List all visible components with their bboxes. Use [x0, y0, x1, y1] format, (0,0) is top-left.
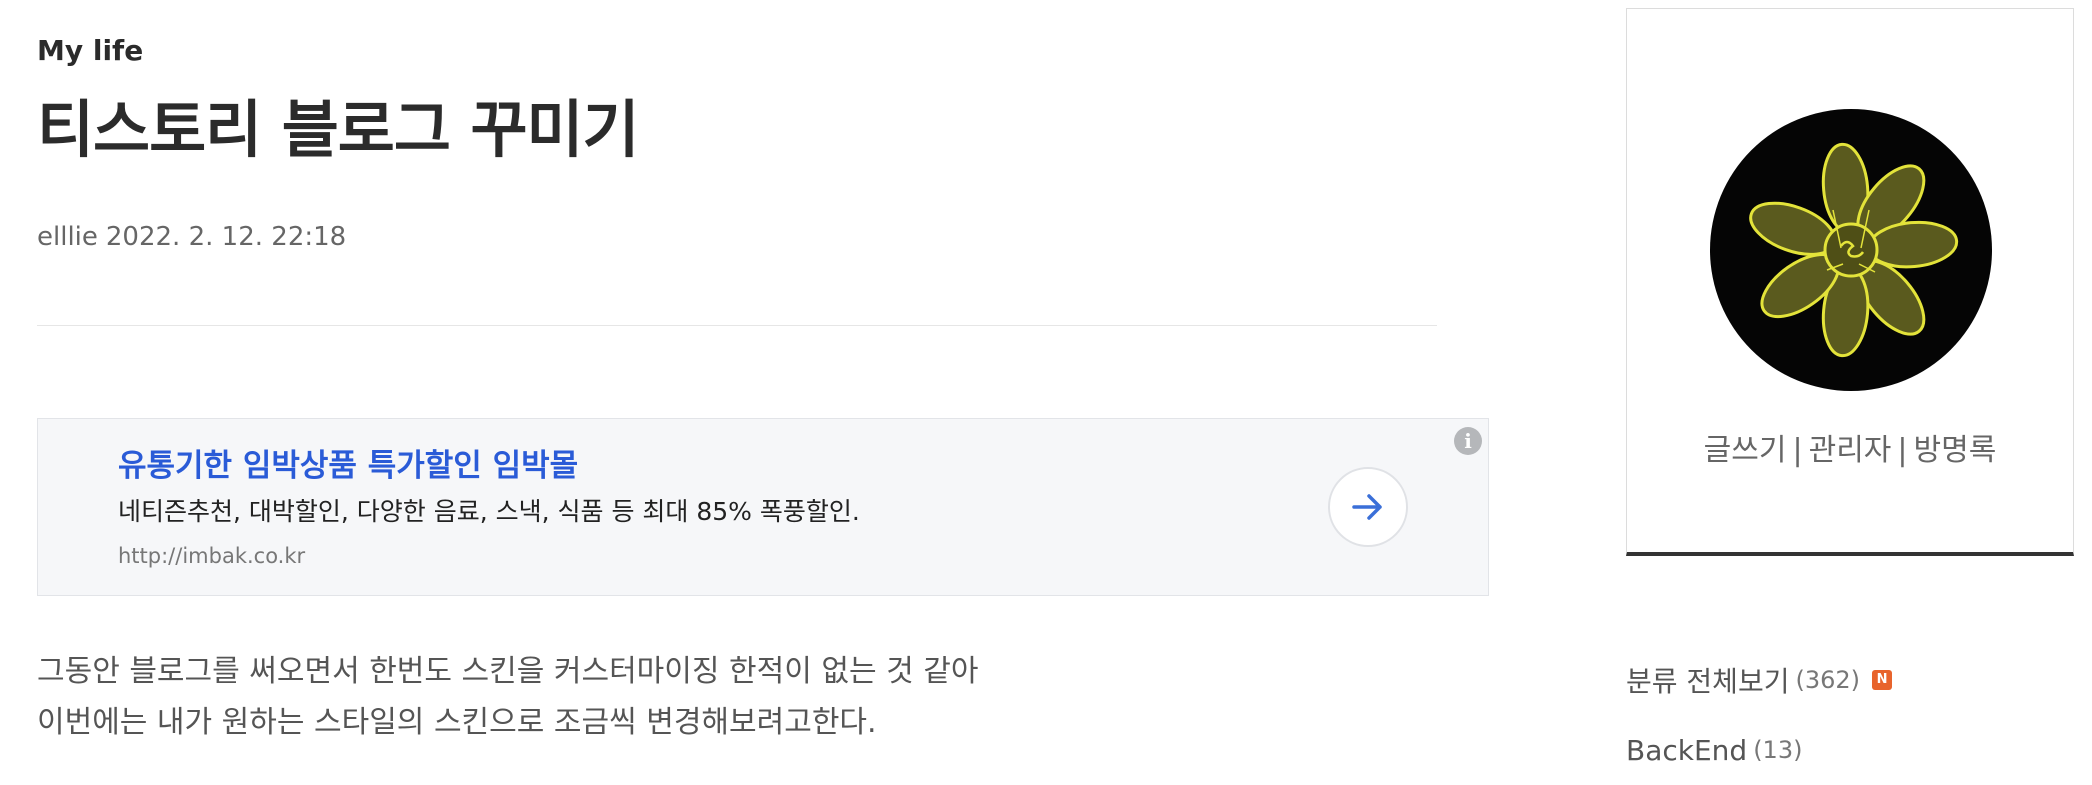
body-line-2: 이번에는 내가 원하는 스타일의 스킨으로 조금씩 변경해보려고한다. [37, 705, 877, 740]
post-category[interactable]: My life [37, 34, 143, 67]
ad-banner[interactable]: 유통기한 임박상품 특가할인 임박몰 네티즌추천, 대박할인, 다양한 음료, … [37, 418, 1489, 596]
profile-links: 글쓰기 | 관리자 | 방명록 [1627, 425, 2073, 469]
post-meta: elllie 2022. 2. 12. 22:18 [37, 222, 346, 252]
avatar[interactable] [1710, 109, 1992, 391]
info-icon[interactable]: i [1454, 427, 1482, 455]
category-label: BackEnd [1626, 733, 1748, 767]
ad-url[interactable]: http://imbak.co.kr [118, 544, 305, 568]
body-line-1: 그동안 블로그를 써오면서 한번도 스킨을 커스터마이징 한적이 없는 것 같아 [37, 654, 979, 689]
category-count: (362) [1795, 666, 1861, 694]
category-label: 분류 전체보기 [1626, 665, 1790, 698]
new-badge: N [1872, 670, 1893, 690]
profile-box: 글쓰기 | 관리자 | 방명록 [1626, 8, 2074, 556]
post-date: 2022. 2. 12. 22:18 [105, 222, 347, 252]
write-link[interactable]: 글쓰기 [1704, 433, 1787, 468]
ad-arrow-button[interactable] [1328, 467, 1408, 547]
admin-link[interactable]: 관리자 [1809, 433, 1892, 468]
link-separator: | [1792, 433, 1803, 468]
link-separator: | [1897, 433, 1908, 468]
guestbook-link[interactable]: 방명록 [1914, 433, 1997, 468]
ad-description: 네티즌추천, 대박할인, 다양한 음료, 스낵, 식품 등 최대 85% 폭풍할… [118, 497, 860, 526]
flower-avatar-image [1749, 142, 1959, 358]
ad-title[interactable]: 유통기한 임박상품 특가할인 임박몰 [118, 440, 578, 485]
post-body: 그동안 블로그를 써오면서 한번도 스킨을 커스터마이징 한적이 없는 것 같아… [37, 646, 978, 748]
category-count: (13) [1753, 736, 1803, 764]
arrow-right-icon [1352, 494, 1382, 520]
category-item-all[interactable]: 분류 전체보기 (362) N [1626, 645, 1893, 715]
page-title: 티스토리 블로그 꾸미기 [37, 93, 640, 166]
category-list: 분류 전체보기 (362) N BackEnd (13) [1626, 645, 1893, 785]
post-author[interactable]: elllie [37, 222, 98, 252]
category-item-backend[interactable]: BackEnd (13) [1626, 715, 1892, 785]
title-divider [37, 325, 1437, 326]
